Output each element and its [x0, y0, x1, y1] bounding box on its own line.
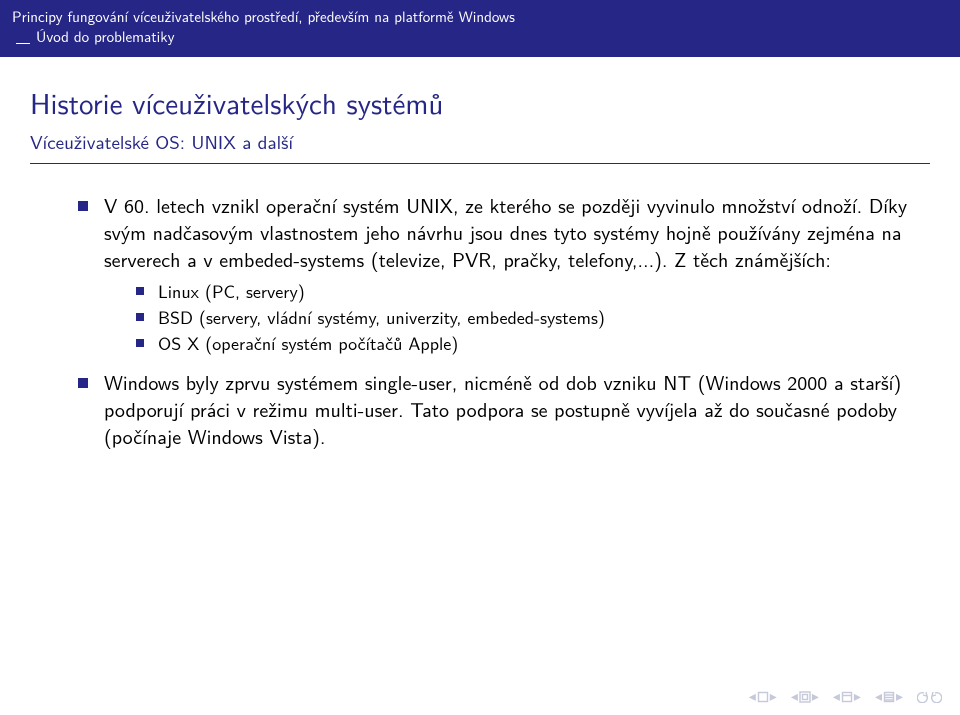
list-item-text: Windows byly zprvu systémem single-user,…	[104, 368, 901, 451]
sublist: Linux (PC, servery) BSD (servery, vládní…	[136, 279, 916, 356]
breadcrumb-section: Úvod do problematiky	[36, 26, 175, 46]
sublist-item: BSD (servery, vládní systémy, univerzity…	[136, 305, 916, 329]
nav-subsection-group[interactable]: ◂ ▸	[791, 688, 819, 705]
frame-icon[interactable]	[757, 691, 769, 703]
nav-prev-icon[interactable]: ◂	[749, 688, 756, 705]
subsection-icon[interactable]	[799, 691, 811, 703]
breadcrumb: Úvod do problematiky	[12, 28, 948, 48]
nav-prev-icon[interactable]: ◂	[833, 688, 840, 705]
frame-title: Historie víceuživatelských systémů	[30, 81, 930, 123]
sublist-item: OS X (operační systém počítačů Apple)	[136, 331, 916, 355]
header-bar: Principy fungování víceuživatelského pro…	[0, 0, 960, 57]
nav-next-icon[interactable]: ▸	[896, 688, 903, 705]
slide-content: V 60. letech vznikl operační systém UNIX…	[0, 164, 960, 451]
list-item: V 60. letech vznikl operační systém UNIX…	[78, 192, 916, 356]
nav-prev-icon[interactable]: ◂	[791, 688, 798, 705]
nav-doc-group[interactable]: ◂ ▸	[875, 688, 903, 705]
nav-next-icon[interactable]: ▸	[770, 688, 777, 705]
breadcrumb-connector-icon	[16, 43, 30, 44]
nav-next-icon[interactable]: ▸	[854, 688, 861, 705]
frame-title-block: Historie víceuživatelských systémů Víceu…	[0, 57, 960, 163]
back-icon[interactable]	[917, 691, 929, 703]
nav-back-forward-group[interactable]	[917, 691, 942, 703]
nav-frame-group[interactable]: ◂ ▸	[749, 688, 777, 705]
sublist-item: Linux (PC, servery)	[136, 279, 916, 303]
frame-subtitle: Víceuživatelské OS: UNIX a další	[30, 127, 930, 155]
section-icon[interactable]	[841, 691, 853, 703]
nav-next-icon[interactable]: ▸	[812, 688, 819, 705]
list-item: Windows byly zprvu systémem single-user,…	[78, 369, 916, 450]
nav-prev-icon[interactable]: ◂	[875, 688, 882, 705]
doc-icon[interactable]	[883, 691, 895, 703]
beamer-nav: ◂ ▸ ◂ ▸ ◂ ▸ ◂ ▸	[749, 688, 942, 705]
forward-icon[interactable]	[930, 691, 942, 703]
presentation-title: Principy fungování víceuživatelského pro…	[12, 6, 948, 26]
list-item-text: V 60. letech vznikl operační systém UNIX…	[104, 191, 907, 274]
nav-section-group[interactable]: ◂ ▸	[833, 688, 861, 705]
